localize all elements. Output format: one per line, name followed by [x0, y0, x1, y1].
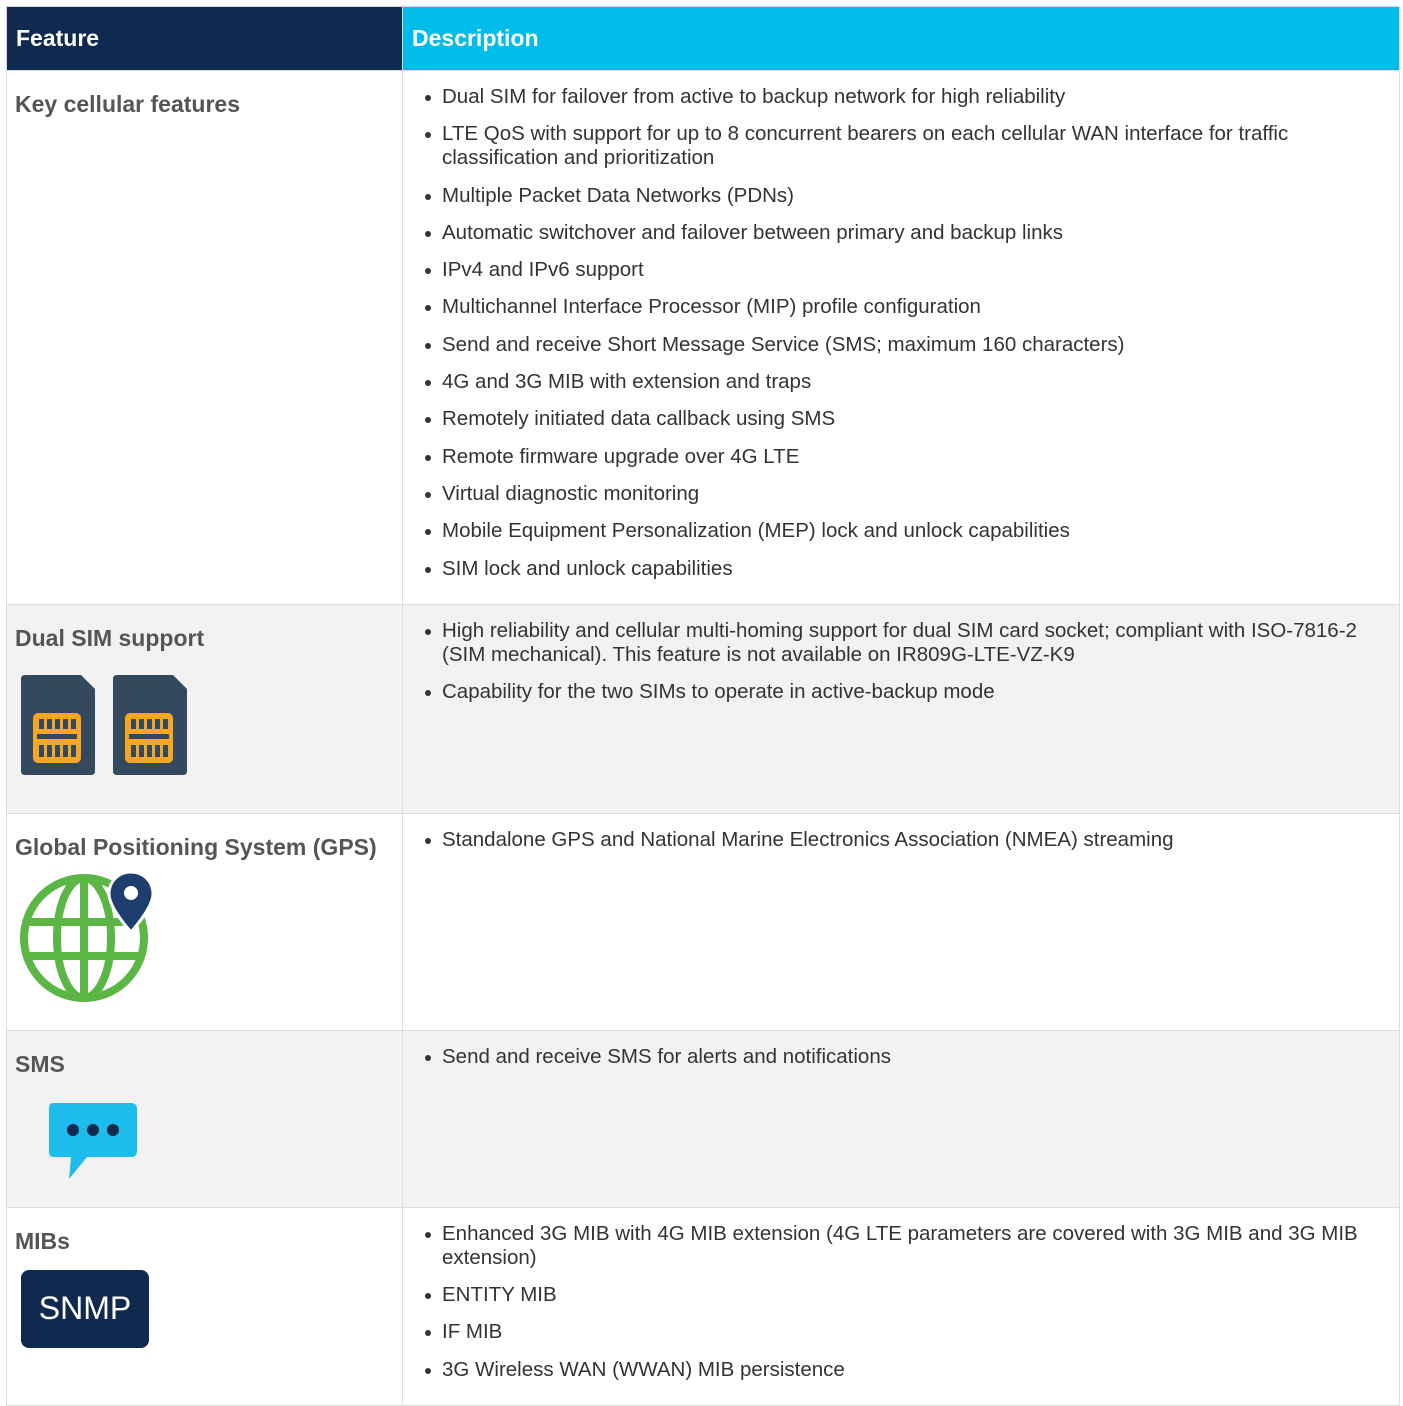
description-cell: Standalone GPS and National Marine Elect… [402, 812, 1400, 1031]
list-item: Mobile Equipment Personalization (MEP) l… [423, 519, 1387, 543]
list-item: Automatic switchover and failover betwee… [423, 221, 1387, 245]
list-item: Virtual diagnostic monitoring [423, 482, 1387, 506]
feature-cell: SMS [6, 1029, 403, 1208]
feature-cell: Global Positioning System (GPS) [6, 812, 403, 1031]
list-item: Remote firmware upgrade over 4G LTE [423, 445, 1387, 469]
description-cell: Dual SIM for failover from active to bac… [402, 70, 1400, 605]
list-item: 4G and 3G MIB with extension and traps [423, 370, 1387, 394]
bullet-list: Send and receive SMS for alerts and noti… [403, 1031, 1399, 1092]
list-item: IF MIB [423, 1320, 1387, 1344]
list-item: Send and receive Short Message Service (… [423, 333, 1387, 357]
feature-name: SMS [15, 1050, 65, 1077]
feature-name: Dual SIM support [15, 624, 205, 651]
table-row: Global Positioning System (GPS) Standalo… [6, 812, 1400, 1031]
snmp-badge-icon: SNMP [21, 1269, 149, 1348]
list-item: Enhanced 3G MIB with 4G MIB extension (4… [423, 1222, 1387, 1270]
list-item: Dual SIM for failover from active to bac… [423, 85, 1387, 109]
feature-name: Global Positioning System (GPS) [15, 833, 377, 860]
list-item: IPv4 and IPv6 support [423, 258, 1387, 282]
feature-cell: Dual SIM support [6, 603, 403, 814]
feature-name: Key cellular features [15, 91, 241, 117]
list-item: ENTITY MIB [423, 1283, 1387, 1307]
description-cell: Send and receive SMS for alerts and noti… [402, 1029, 1400, 1208]
list-item: 3G Wireless WAN (WWAN) MIB persistence [423, 1358, 1387, 1382]
table-row: Dual SIM support High reliability and ce… [6, 603, 1400, 814]
feature-cell: Key cellular features [6, 70, 403, 605]
bullet-list: High reliability and cellular multi-homi… [403, 605, 1399, 728]
bullet-list: Enhanced 3G MIB with 4G MIB extension (4… [403, 1208, 1399, 1405]
feature-cell: MIBs SNMP [6, 1206, 403, 1406]
list-item: Remotely initiated data callback using S… [423, 407, 1387, 431]
bullet-list: Standalone GPS and National Marine Elect… [403, 814, 1399, 875]
globe-location-icon [7, 870, 402, 1011]
bullet-list: Dual SIM for failover from active to bac… [403, 71, 1399, 604]
table-header-row: Feature Description [6, 6, 1400, 71]
list-item: SIM lock and unlock capabilities [423, 557, 1387, 581]
feature-name: MIBs [15, 1227, 70, 1254]
description-column-header: Description [402, 6, 1400, 71]
list-item: Send and receive SMS for alerts and noti… [423, 1045, 1387, 1069]
list-item: Standalone GPS and National Marine Elect… [423, 828, 1387, 852]
feature-column-header: Feature [6, 6, 403, 71]
description-cell: High reliability and cellular multi-homi… [402, 603, 1400, 814]
list-item: LTE QoS with support for up to 8 concurr… [423, 122, 1387, 170]
table-row: SMS Send and receive SMS for alerts and … [6, 1029, 1400, 1208]
sim-card-icon [7, 673, 402, 782]
chat-bubble-icon [7, 1101, 402, 1188]
description-cell: Enhanced 3G MIB with 4G MIB extension (4… [402, 1206, 1400, 1406]
list-item: Multichannel Interface Processor (MIP) p… [423, 295, 1387, 319]
list-item: High reliability and cellular multi-homi… [423, 619, 1387, 667]
table-row: Key cellular features Dual SIM for failo… [6, 70, 1400, 605]
list-item: Multiple Packet Data Networks (PDNs) [423, 184, 1387, 208]
table-row: MIBs SNMP Enhanced 3G MIB with 4G MIB ex… [6, 1206, 1400, 1406]
feature-table: Feature Description Key cellular feature… [6, 6, 1400, 1406]
list-item: Capability for the two SIMs to operate i… [423, 680, 1387, 704]
